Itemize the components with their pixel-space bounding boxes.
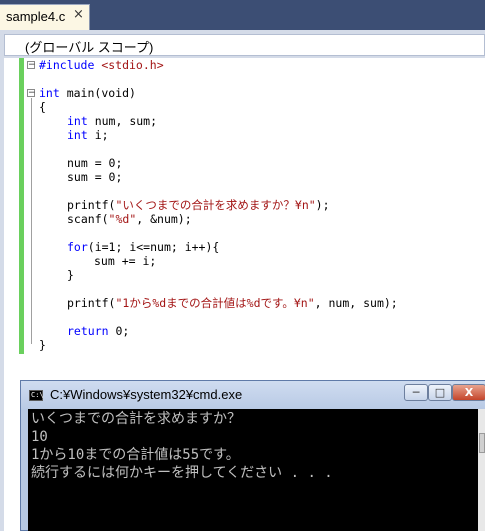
code-line-8: num = 0; [67,156,123,170]
maximize-button[interactable]: □ [428,384,452,401]
code-line-1: #include <stdio.h> [39,58,164,72]
console-line: 続行するには何かキーを押してください . . . [31,465,333,481]
code-line-20: return 0; [67,324,130,338]
fold-guide-line [31,98,32,344]
code-line-3: int main(void) [39,86,136,100]
fold-toggle-include-icon[interactable]: ⊟− [27,61,36,70]
tab-label: sample4.c [6,9,66,24]
code-line-9: sum = 0; [67,170,123,184]
code-line-11: printf("いくつまでの合計を求めますか？¥n"); [67,198,330,212]
cmd-window-title: C:¥Windows¥system32¥cmd.exe [50,387,243,402]
console-output[interactable]: いくつまでの合計を求めますか？ 10 1から10までの合計値は55です。 続行す… [28,409,478,531]
scope-dropdown[interactable]: (グローバル スコープ) [4,34,485,56]
code-line-12: scanf("%d", &num); [67,212,192,226]
change-tracking-bar [19,58,24,354]
code-line-4: { [39,100,46,114]
minimize-button[interactable]: ─ [404,384,428,401]
scope-dropdown-value: (グローバル スコープ) [25,40,154,55]
cmd-title-bar[interactable]: C:\ C:¥Windows¥system32¥cmd.exe ─ □ X [21,381,485,409]
code-line-6: int i; [67,128,109,142]
code-line-18: printf("1から%dまでの合計値は%dです。¥n", num, sum); [67,296,398,310]
fold-toggle-main-icon[interactable]: − [27,89,36,98]
console-scrollbar-thumb[interactable] [479,433,485,453]
cmd-app-icon[interactable]: C:\ [29,390,44,401]
console-line: 1から10までの合計値は55です。 [31,447,240,463]
code-line-14: for(i=1; i<=num; i++){ [67,240,220,254]
console-line: 10 [31,429,48,445]
close-window-button[interactable]: X [452,384,485,401]
tab-sample4-c[interactable]: sample4.c × [0,4,90,30]
console-line: いくつまでの合計を求めますか？ [31,411,241,427]
close-tab-icon[interactable]: × [73,7,84,22]
document-tab-bar: sample4.c × [0,0,485,30]
code-line-16: } [67,268,74,282]
cmd-window[interactable]: C:\ C:¥Windows¥system32¥cmd.exe ─ □ X いく… [20,380,485,531]
code-line-5: int num, sum; [67,114,158,128]
console-scrollbar[interactable] [478,409,485,531]
code-line-15: sum += i; [94,254,157,268]
code-line-21: } [39,338,46,352]
